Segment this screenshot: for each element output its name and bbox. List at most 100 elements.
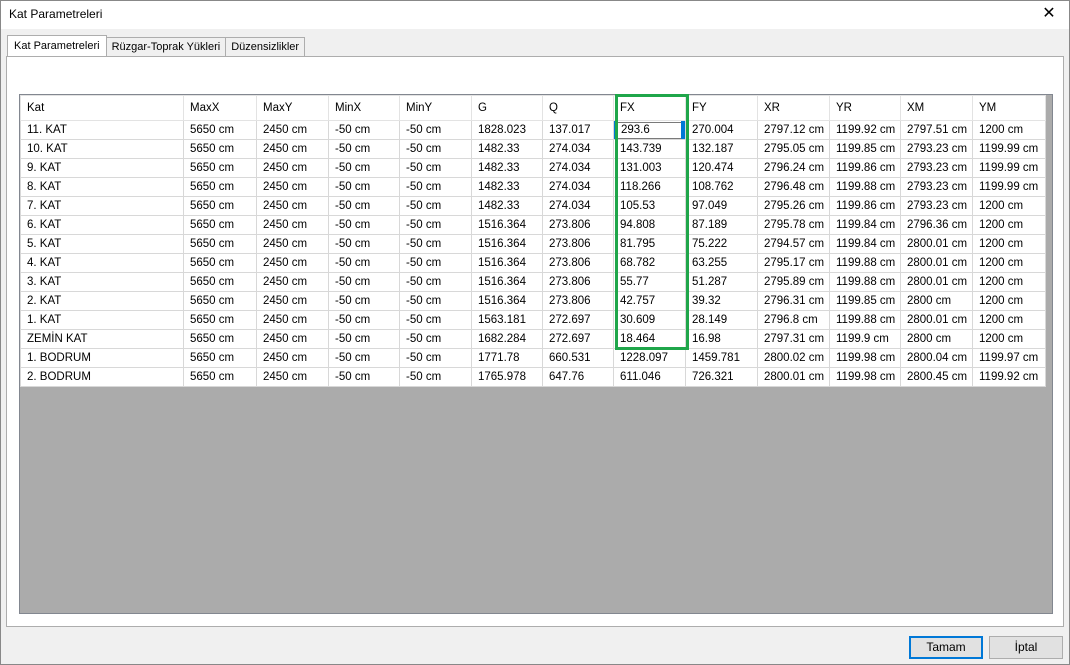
column-header-maxy[interactable]: MaxY [256, 95, 329, 121]
grid-cell-q[interactable]: 274.034 [542, 177, 614, 197]
grid-cell-maxx[interactable]: 5650 cm [183, 329, 257, 349]
column-header-fx[interactable]: FX [613, 95, 686, 121]
grid-cell-miny[interactable]: -50 cm [399, 310, 472, 330]
grid-cell-xm[interactable]: 2800.45 cm [900, 367, 973, 387]
grid-cell-xr[interactable]: 2795.26 cm [757, 196, 830, 216]
grid-cell-fx[interactable]: 30.609 [613, 310, 686, 330]
grid-cell-kat[interactable]: 2. BODRUM [20, 367, 184, 387]
table-row[interactable]: 1. KAT 5650 cm 2450 cm -50 cm -50 cm 1563.181… [20, 310, 1046, 330]
grid-cell-minx[interactable]: -50 cm [328, 329, 400, 349]
grid-cell-xm[interactable]: 2800.04 cm [900, 348, 973, 368]
grid-cell-xr[interactable]: 2795.05 cm [757, 139, 830, 159]
grid-cell-maxx[interactable]: 5650 cm [183, 177, 257, 197]
grid-cell-maxy[interactable]: 2450 cm [256, 310, 329, 330]
grid-cell-yr[interactable]: 1199.88 cm [829, 310, 901, 330]
grid-cell-miny[interactable]: -50 cm [399, 196, 472, 216]
grid-cell-kat[interactable]: 9. KAT [20, 158, 184, 178]
grid-cell-g[interactable]: 1516.364 [471, 234, 543, 254]
grid-cell-miny[interactable]: -50 cm [399, 234, 472, 254]
grid-cell-ym[interactable]: 1200 cm [972, 253, 1046, 273]
grid-cell-maxy[interactable]: 2450 cm [256, 120, 329, 140]
grid-cell-miny[interactable]: -50 cm [399, 291, 472, 311]
grid-cell-q[interactable]: 273.806 [542, 234, 614, 254]
grid-cell-miny[interactable]: -50 cm [399, 158, 472, 178]
grid-cell-miny[interactable]: -50 cm [399, 177, 472, 197]
grid-cell-yr[interactable]: 1199.88 cm [829, 253, 901, 273]
grid-cell-yr[interactable]: 1199.86 cm [829, 158, 901, 178]
grid-cell-q[interactable]: 647.76 [542, 367, 614, 387]
grid-cell-maxy[interactable]: 2450 cm [256, 329, 329, 349]
grid-cell-fy[interactable]: 39.32 [685, 291, 758, 311]
grid-cell-xr[interactable]: 2796.31 cm [757, 291, 830, 311]
close-icon[interactable]: ✕ [1035, 3, 1063, 25]
grid-cell-fy[interactable]: 726.321 [685, 367, 758, 387]
grid-cell-g[interactable]: 1771.78 [471, 348, 543, 368]
grid-cell-kat[interactable]: 6. KAT [20, 215, 184, 235]
column-header-g[interactable]: G [471, 95, 543, 121]
grid-cell-maxx[interactable]: 5650 cm [183, 310, 257, 330]
grid-cell-xm[interactable]: 2800.01 cm [900, 253, 973, 273]
grid-cell-xm[interactable]: 2793.23 cm [900, 196, 973, 216]
grid-cell-fx[interactable]: 55.77 [613, 272, 686, 292]
grid-cell-minx[interactable]: -50 cm [328, 253, 400, 273]
grid-cell-maxy[interactable]: 2450 cm [256, 367, 329, 387]
column-header-fy[interactable]: FY [685, 95, 758, 121]
grid-cell-xr[interactable]: 2796.48 cm [757, 177, 830, 197]
grid-cell-q[interactable]: 273.806 [542, 215, 614, 235]
grid-cell-fy[interactable]: 87.189 [685, 215, 758, 235]
tab-ruzgar-toprak-yukleri[interactable]: Rüzgar-Toprak Yükleri [105, 37, 227, 56]
grid-cell-maxx[interactable]: 5650 cm [183, 272, 257, 292]
grid-cell-yr[interactable]: 1199.9 cm [829, 329, 901, 349]
grid-cell-xr[interactable]: 2795.89 cm [757, 272, 830, 292]
grid-cell-ym[interactable]: 1200 cm [972, 234, 1046, 254]
cancel-button[interactable]: İptal [989, 636, 1063, 659]
grid-cell-fx[interactable]: 118.266 [613, 177, 686, 197]
grid-cell-maxy[interactable]: 2450 cm [256, 253, 329, 273]
grid-cell-kat[interactable]: 1. BODRUM [20, 348, 184, 368]
grid-cell-xm[interactable]: 2793.23 cm [900, 177, 973, 197]
grid-cell-minx[interactable]: -50 cm [328, 291, 400, 311]
grid-cell-xm[interactable]: 2793.23 cm [900, 139, 973, 159]
grid-cell-xr[interactable]: 2800.01 cm [757, 367, 830, 387]
grid-cell-q[interactable]: 273.806 [542, 272, 614, 292]
grid-cell-minx[interactable]: -50 cm [328, 310, 400, 330]
grid-cell-maxx[interactable]: 5650 cm [183, 253, 257, 273]
table-row[interactable]: 3. KAT 5650 cm 2450 cm -50 cm -50 cm 1516.364… [20, 272, 1046, 292]
table-row[interactable]: 9. KAT 5650 cm 2450 cm -50 cm -50 cm 1482.33 2… [20, 158, 1046, 178]
grid-cell-g[interactable]: 1482.33 [471, 139, 543, 159]
grid-cell-fx[interactable]: 1228.097 [613, 348, 686, 368]
grid-cell-fx[interactable]: 105.53 [613, 196, 686, 216]
grid-cell-xm[interactable]: 2800.01 cm [900, 310, 973, 330]
grid-cell-g[interactable]: 1482.33 [471, 158, 543, 178]
grid-cell-xr[interactable]: 2797.31 cm [757, 329, 830, 349]
grid-cell-minx[interactable]: -50 cm [328, 177, 400, 197]
grid-cell-yr[interactable]: 1199.98 cm [829, 367, 901, 387]
grid-cell-minx[interactable]: -50 cm [328, 367, 400, 387]
grid-cell-xm[interactable]: 2800.01 cm [900, 234, 973, 254]
grid-cell-xr[interactable]: 2796.24 cm [757, 158, 830, 178]
cell-edit-input[interactable]: 293.6 [616, 122, 682, 139]
grid-cell-fy[interactable]: 108.762 [685, 177, 758, 197]
grid-cell-kat[interactable]: 2. KAT [20, 291, 184, 311]
grid-cell-fy[interactable]: 75.222 [685, 234, 758, 254]
grid-cell-g[interactable]: 1516.364 [471, 291, 543, 311]
grid-cell-yr[interactable]: 1199.88 cm [829, 177, 901, 197]
grid-cell-miny[interactable]: -50 cm [399, 139, 472, 159]
grid-cell-q[interactable]: 274.034 [542, 158, 614, 178]
grid-cell-maxx[interactable]: 5650 cm [183, 120, 257, 140]
grid-cell-maxx[interactable]: 5650 cm [183, 215, 257, 235]
grid-cell-ym[interactable]: 1200 cm [972, 215, 1046, 235]
grid-cell-maxy[interactable]: 2450 cm [256, 234, 329, 254]
grid-cell-fx[interactable]: 68.782 [613, 253, 686, 273]
table-row[interactable]: 1. BODRUM 5650 cm 2450 cm -50 cm -50 cm 1771.… [20, 348, 1046, 368]
column-header-minx[interactable]: MinX [328, 95, 400, 121]
grid-cell-g[interactable]: 1516.364 [471, 272, 543, 292]
grid-cell-miny[interactable]: -50 cm [399, 329, 472, 349]
grid-cell-g[interactable]: 1765.978 [471, 367, 543, 387]
table-row[interactable]: 11. KAT 5650 cm 2450 cm -50 cm -50 cm 1828.02… [20, 120, 1046, 140]
grid-cell-kat[interactable]: 4. KAT [20, 253, 184, 273]
grid-cell-kat[interactable]: 7. KAT [20, 196, 184, 216]
grid-cell-maxy[interactable]: 2450 cm [256, 215, 329, 235]
grid-cell-g[interactable]: 1828.023 [471, 120, 543, 140]
grid-cell-maxy[interactable]: 2450 cm [256, 196, 329, 216]
